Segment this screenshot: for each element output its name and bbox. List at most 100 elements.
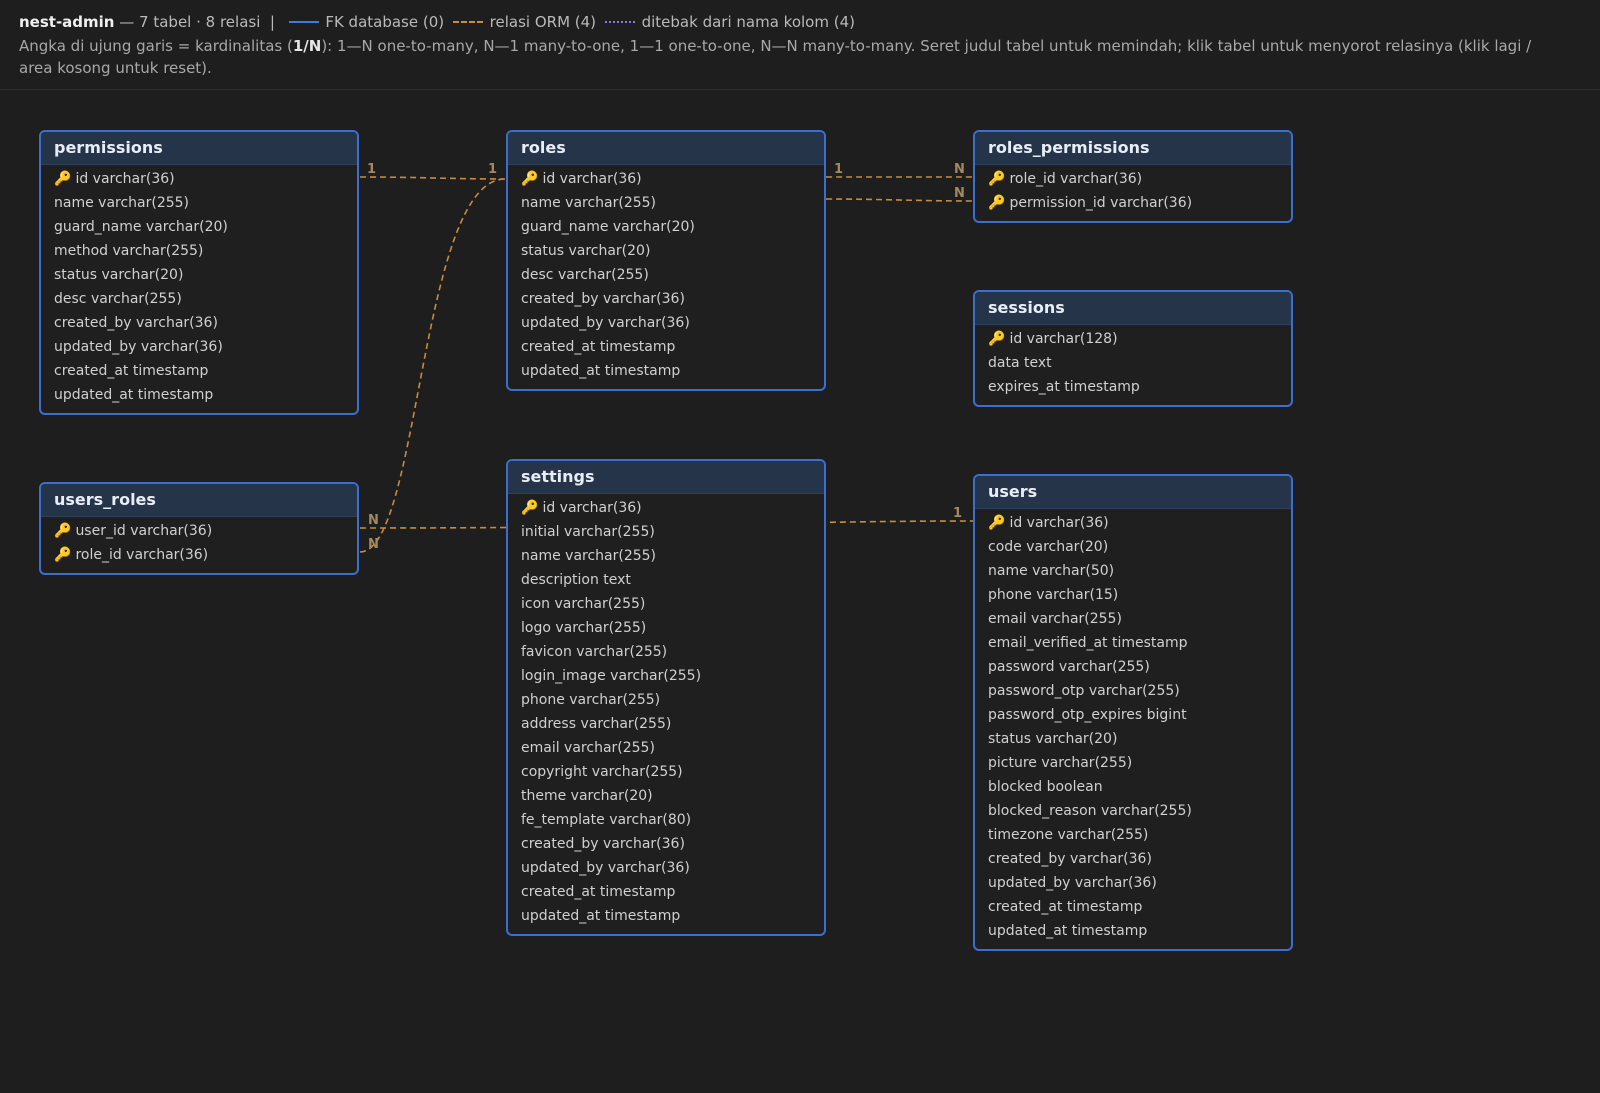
column-name: email_verified_at timestamp	[988, 635, 1188, 651]
column-row: updated_at timestamp	[975, 919, 1291, 943]
column-name: blocked boolean	[988, 779, 1103, 795]
column-name: created_at timestamp	[521, 339, 676, 355]
column-row: code varchar(20)	[975, 535, 1291, 559]
column-list: 🔑 role_id varchar(36) 🔑 permission_id varch…	[975, 165, 1291, 221]
card-users-roles-n1: N	[368, 513, 379, 528]
column-row: password varchar(255)	[975, 655, 1291, 679]
column-row: description text	[508, 568, 824, 592]
column-name: updated_by varchar(36)	[521, 315, 690, 331]
legend-fk-label: FK database (0)	[325, 13, 445, 31]
table-title[interactable]: roles_permissions	[975, 132, 1291, 165]
table-settings[interactable]: settings 🔑 id varchar(36) initial varchar(…	[506, 459, 826, 936]
column-row: fe_template varchar(80)	[508, 808, 824, 832]
column-row: address varchar(255)	[508, 712, 824, 736]
column-name: status varchar(20)	[988, 731, 1118, 747]
column-name: status varchar(20)	[54, 267, 184, 283]
column-row: name varchar(255)	[508, 544, 824, 568]
erd-canvas[interactable]: nest-admin — 7 tabel · 8 relasi | FK dat…	[0, 0, 1600, 1093]
card-users-1: 1	[953, 506, 962, 521]
column-name: role_id varchar(36)	[1009, 171, 1143, 187]
column-row: theme varchar(20)	[508, 784, 824, 808]
card-roles-permissions-n2: N	[954, 186, 965, 201]
column-name: desc varchar(255)	[54, 291, 182, 307]
column-row: created_by varchar(36)	[975, 847, 1291, 871]
table-title[interactable]: users	[975, 476, 1291, 509]
table-permissions[interactable]: permissions 🔑 id varchar(36) name varchar(…	[39, 130, 359, 415]
column-row: 🔑 id varchar(36)	[975, 511, 1291, 535]
column-name: status varchar(20)	[521, 243, 651, 259]
column-name: picture varchar(255)	[988, 755, 1133, 771]
column-row: blocked boolean	[975, 775, 1291, 799]
column-name: expires_at timestamp	[988, 379, 1140, 395]
relation-roles-roles-permissions-2[interactable]	[825, 198, 976, 202]
header-summary: nest-admin — 7 tabel · 8 relasi | FK dat…	[19, 12, 855, 32]
column-row: blocked_reason varchar(255)	[975, 799, 1291, 823]
column-name: password_otp varchar(255)	[988, 683, 1180, 699]
column-row: updated_by varchar(36)	[41, 335, 357, 359]
relation-users-roles-roles[interactable]	[359, 178, 506, 553]
column-name: description text	[521, 572, 631, 588]
column-name: blocked_reason varchar(255)	[988, 803, 1192, 819]
column-name: logo varchar(255)	[521, 620, 647, 636]
column-name: initial varchar(255)	[521, 524, 655, 540]
column-name: permission_id varchar(36)	[1009, 195, 1193, 211]
key-icon: 🔑	[988, 515, 1006, 531]
column-list: 🔑 id varchar(36) code varchar(20) name varc…	[975, 509, 1291, 949]
table-title[interactable]: settings	[508, 461, 824, 494]
column-name: created_at timestamp	[521, 884, 676, 900]
column-list: 🔑 id varchar(36) initial varchar(255) name …	[508, 494, 824, 934]
column-row: expires_at timestamp	[975, 375, 1291, 399]
column-name: guard_name varchar(20)	[54, 219, 228, 235]
column-row: updated_at timestamp	[508, 904, 824, 928]
table-title[interactable]: roles	[508, 132, 824, 165]
column-name: data text	[988, 355, 1052, 371]
card-permissions-1: 1	[367, 162, 376, 177]
key-icon: 🔑	[988, 195, 1006, 211]
column-name: phone varchar(255)	[521, 692, 661, 708]
column-name: phone varchar(15)	[988, 587, 1119, 603]
column-row: guard_name varchar(20)	[41, 215, 357, 239]
relation-permissions-roles[interactable]	[359, 176, 506, 180]
table-roles-permissions[interactable]: roles_permissions 🔑 role_id varchar(36) 🔑 p…	[973, 130, 1293, 223]
table-sessions[interactable]: sessions 🔑 id varchar(128) data text expire…	[973, 290, 1293, 407]
key-icon: 🔑	[988, 331, 1006, 347]
column-name: copyright varchar(255)	[521, 764, 683, 780]
schema-summary: — 7 tabel · 8 relasi	[114, 13, 261, 31]
column-name: created_at timestamp	[988, 899, 1143, 915]
column-name: icon varchar(255)	[521, 596, 646, 612]
table-title[interactable]: users_roles	[41, 484, 357, 517]
key-icon: 🔑	[54, 523, 72, 539]
column-name: email varchar(255)	[521, 740, 655, 756]
column-list: 🔑 user_id varchar(36) 🔑 role_id varchar(36)	[41, 517, 357, 573]
table-roles[interactable]: roles 🔑 id varchar(36) name varchar(255) gu…	[506, 130, 826, 391]
column-list: 🔑 id varchar(36) name varchar(255) guard_na…	[508, 165, 824, 389]
column-name: address varchar(255)	[521, 716, 672, 732]
table-title[interactable]: permissions	[41, 132, 357, 165]
header-separator: |	[269, 13, 275, 31]
column-row: email varchar(255)	[508, 736, 824, 760]
column-row: updated_at timestamp	[508, 359, 824, 383]
card-roles-permissions-n1: N	[954, 162, 965, 177]
legend-guess-label: ditebak dari nama kolom (4)	[641, 13, 855, 31]
column-name: favicon varchar(255)	[521, 644, 668, 660]
column-row: created_by varchar(36)	[41, 311, 357, 335]
column-name: updated_at timestamp	[988, 923, 1148, 939]
column-name: user_id varchar(36)	[75, 523, 213, 539]
table-users-roles[interactable]: users_roles 🔑 user_id varchar(36) 🔑 role_id…	[39, 482, 359, 575]
column-name: name varchar(255)	[54, 195, 190, 211]
column-row: status varchar(20)	[975, 727, 1291, 751]
column-row: created_at timestamp	[975, 895, 1291, 919]
key-icon: 🔑	[521, 500, 539, 516]
table-title[interactable]: sessions	[975, 292, 1291, 325]
column-row: name varchar(255)	[508, 191, 824, 215]
table-users[interactable]: users 🔑 id varchar(36) code varchar(20) nam…	[973, 474, 1293, 951]
column-row: created_at timestamp	[508, 335, 824, 359]
guess-line-swatch-icon	[604, 20, 635, 23]
column-row: initial varchar(255)	[508, 520, 824, 544]
column-row: copyright varchar(255)	[508, 760, 824, 784]
column-row: 🔑 id varchar(36)	[508, 167, 824, 191]
column-name: guard_name varchar(20)	[521, 219, 695, 235]
column-row: timezone varchar(255)	[975, 823, 1291, 847]
column-name: updated_by varchar(36)	[988, 875, 1157, 891]
column-row: email varchar(255)	[975, 607, 1291, 631]
